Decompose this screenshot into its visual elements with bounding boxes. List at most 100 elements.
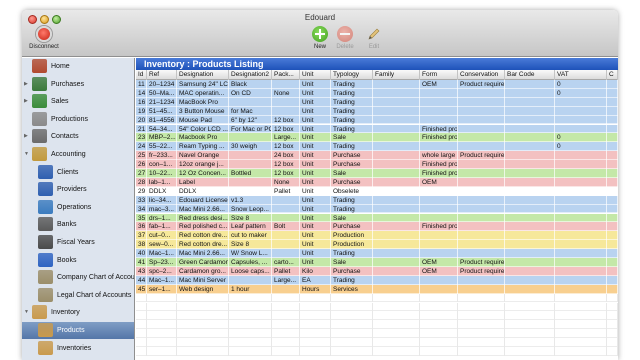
- column-header-unit[interactable]: Unit: [300, 70, 331, 80]
- sidebar-item-books[interactable]: Books: [22, 252, 134, 269]
- table-row[interactable]: 14 50–Ma... MAC operatin... On CD None Unit Tr…: [136, 88, 618, 98]
- disclosure-triangle-icon[interactable]: ▶: [24, 93, 28, 110]
- sidebar-item-fiscal-years[interactable]: Fiscal Years: [22, 234, 134, 251]
- table-row[interactable]: 38 sew–0... Red cotton dre... Size 8 Unit Pro…: [136, 240, 618, 250]
- table-cell: 6" by 12": [229, 115, 272, 125]
- empty-table-row: [136, 320, 618, 330]
- table-cell: Trading: [331, 115, 373, 125]
- table-row[interactable]: 27 10–22... 12 Oz Concen... Bottled 12 box Un…: [136, 169, 618, 178]
- table-cell: [373, 347, 420, 356]
- empty-table-row: [136, 329, 618, 339]
- sidebar-item-banks[interactable]: Banks: [22, 216, 134, 233]
- sidebar-item-contacts[interactable]: ▶ Contacts: [22, 128, 134, 145]
- disclosure-triangle-icon[interactable]: ▼: [24, 304, 29, 321]
- table-cell: [607, 249, 618, 258]
- column-header-designation2[interactable]: Designation2: [229, 70, 272, 80]
- table-row[interactable]: 23 MBP–2... Macbook Pro Large... Unit Sale Fin…: [136, 133, 618, 143]
- table-cell: [505, 186, 555, 196]
- table-row[interactable]: 21 54–34... 54" Color LCD ... For Mac or PC…: [136, 124, 618, 134]
- table-cell: Kilo: [300, 266, 331, 276]
- sidebar-item-legal-chart-of-accounts[interactable]: Legal Chart of Accounts: [22, 287, 134, 304]
- table-cell: Cardamon gro...: [177, 266, 229, 276]
- sidebar-item-inventory[interactable]: ▼ Inventory: [22, 304, 134, 321]
- calendar-icon: [38, 235, 53, 249]
- table-cell: Production: [331, 231, 373, 241]
- disconnect-label: Disconnect: [29, 44, 59, 50]
- table-cell: Red cotton dre...: [179, 231, 229, 241]
- table-cell: [177, 302, 229, 312]
- table-cell: [458, 133, 505, 143]
- disclosure-triangle-icon[interactable]: ▶: [24, 128, 28, 145]
- table-cell: [607, 195, 618, 205]
- column-header-id[interactable]: Id: [136, 70, 147, 80]
- sidebar-item-accounting[interactable]: ▼ Accounting: [22, 146, 134, 163]
- sidebar-item-providers[interactable]: Providers: [22, 181, 134, 198]
- new-button[interactable]: New: [310, 26, 330, 50]
- table-cell: [373, 169, 420, 178]
- table-row[interactable]: 16 21–1234 MacBook Pro Unit Trading: [136, 97, 618, 107]
- table-cell: carto...: [272, 258, 300, 267]
- sidebar-item-productions[interactable]: Productions: [22, 111, 134, 128]
- sidebar-item-clients[interactable]: Clients: [22, 164, 134, 181]
- table-row[interactable]: 20 81–4556 Mouse Pad 6" by 12" 12 box Unit Tra…: [136, 115, 618, 125]
- disclosure-triangle-icon[interactable]: ▶: [24, 76, 28, 93]
- column-header-designation[interactable]: Designation: [177, 70, 229, 80]
- table-row[interactable]: 45 ser–1... Web design 1 hour Hours Services: [136, 284, 618, 294]
- table-cell: Finished pro: [422, 160, 458, 169]
- table-row[interactable]: 37 cut–0... Red cotton dre... cut to maker U…: [136, 231, 618, 241]
- table-row[interactable]: 43 spc–2... Cardamon gro... Loose caps... Pa…: [136, 266, 618, 276]
- table-row[interactable]: 25 fr–233... Navel Orange 24 box Unit Purchas…: [136, 151, 618, 161]
- sidebar-item-products[interactable]: Products: [22, 322, 134, 339]
- table-cell: [177, 320, 229, 330]
- column-header-typology[interactable]: Typology: [331, 70, 373, 80]
- column-header-ref[interactable]: Ref: [147, 70, 177, 80]
- column-header-pack[interactable]: Pack...: [272, 70, 300, 80]
- sidebar-item-company-chart-of-accounts[interactable]: Company Chart of Accounts: [22, 269, 134, 286]
- table-row[interactable]: 34 mac–3... Mac Mini 2.66... Snow Leop... Un…: [136, 204, 618, 214]
- table-row[interactable]: 35 drs–1... Red dress desi... Size 8 Unit Sal…: [136, 213, 618, 223]
- table-cell: 12 box: [272, 160, 300, 169]
- sidebar-item-sales[interactable]: ▶ Sales: [22, 93, 134, 110]
- table-cell: [420, 320, 458, 330]
- sidebar-item-label: Legal Chart of Accounts: [57, 291, 132, 299]
- column-header-vat[interactable]: VAT: [555, 70, 607, 80]
- table-row[interactable]: 41 Sp–23... Green Cardamon Capsules, ... car…: [136, 258, 618, 267]
- table-cell: [458, 213, 505, 223]
- delete-button[interactable]: Delete: [332, 26, 358, 50]
- column-header-bar-code[interactable]: Bar Code: [505, 70, 555, 80]
- column-header-family[interactable]: Family: [373, 70, 420, 80]
- table-row[interactable]: 44 Mac–1... Mac Mini Server Large... EA Tradi…: [136, 275, 618, 285]
- table-row[interactable]: 28 lab–1... Label None Unit Purchase OEM: [136, 177, 618, 187]
- table-cell: [147, 293, 177, 303]
- table-cell: [177, 293, 229, 303]
- column-header-c[interactable]: C: [607, 70, 618, 80]
- table-row[interactable]: 33 lic–34... Edouard License v1.3 Unit Tradin…: [136, 195, 618, 205]
- table-cell: [458, 195, 505, 205]
- table-row[interactable]: 11 20–1234 Samsung 24" LCD Black Unit Trading…: [136, 80, 618, 89]
- sidebar-item-inventories[interactable]: Inventories: [22, 340, 134, 357]
- table-row[interactable]: 29 DDLX DDLX Pallet Unit Obselete: [136, 186, 618, 196]
- table-cell: [505, 338, 555, 347]
- table-cell: 12 box: [272, 115, 300, 125]
- table-cell: [420, 338, 458, 347]
- table-cell: [272, 347, 300, 356]
- sidebar-item-operations[interactable]: Operations: [22, 199, 134, 216]
- table-cell: [555, 258, 607, 267]
- disconnect-button[interactable]: Disconnect: [26, 26, 62, 50]
- table-row[interactable]: 19 51–45... 3 Button Mouse for Mac Unit Tradi…: [136, 106, 618, 116]
- table-cell: Unit: [300, 213, 331, 223]
- table-cell: [555, 347, 607, 356]
- table-row[interactable]: 24 55–22... Ream Typing ... 30 weigh 12 box U…: [136, 142, 618, 152]
- table-cell: Trading: [331, 124, 373, 134]
- table-cell: [555, 160, 607, 169]
- disclosure-triangle-icon[interactable]: ▼: [24, 146, 29, 163]
- table-row[interactable]: 40 Mac–1... Mac Mini 2.66... W/ Snow L... Un…: [136, 249, 618, 258]
- sidebar-item-purchases[interactable]: ▶ Purchases: [22, 76, 134, 93]
- sidebar-item-home[interactable]: Home: [22, 58, 134, 75]
- table-cell: [555, 169, 607, 178]
- column-header-conservation[interactable]: Conservation: [458, 70, 505, 80]
- edit-button[interactable]: Edit: [364, 26, 384, 50]
- table-row[interactable]: 26 con–1... 12oz orange j... 12 box Unit Purc…: [136, 160, 618, 169]
- table-row[interactable]: 36 fab–1... Red polished c... Leaf pattern B…: [136, 222, 618, 232]
- column-header-form[interactable]: Form: [420, 70, 458, 80]
